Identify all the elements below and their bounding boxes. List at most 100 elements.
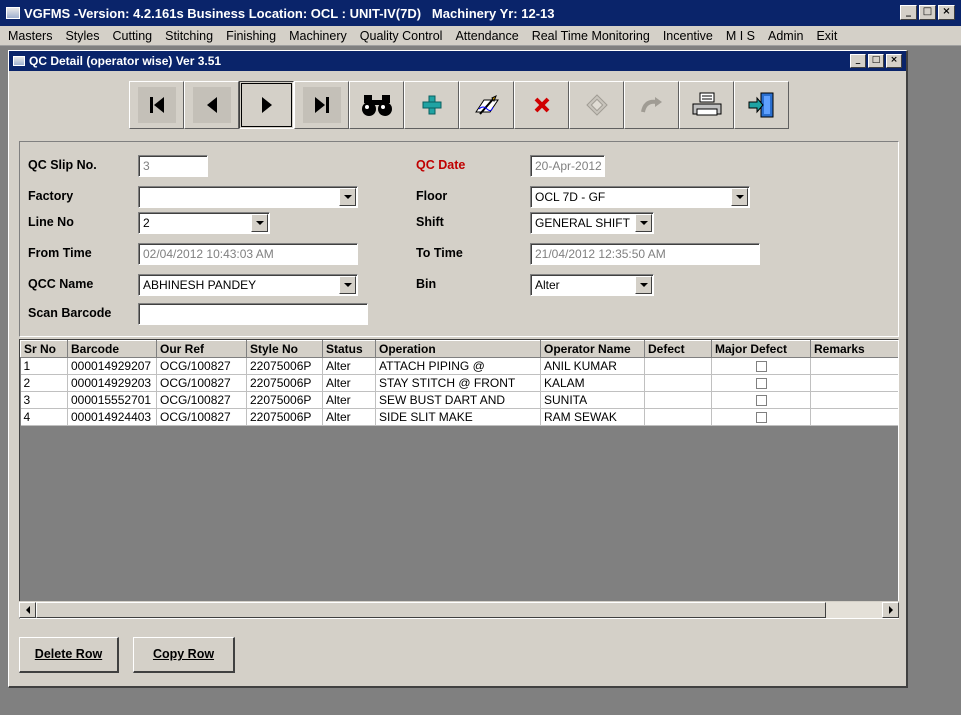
table-row[interactable]: 3 000015552701 OCG/100827 22075006P Alte… xyxy=(20,391,898,409)
cell-sr-no[interactable]: 3 xyxy=(20,391,68,409)
cell-style-no[interactable]: 22075006P xyxy=(246,391,323,409)
delete-row-button[interactable]: Delete Row xyxy=(19,637,119,673)
col-operation[interactable]: Operation xyxy=(375,340,541,358)
cell-operator-name[interactable]: SUNITA xyxy=(540,391,645,409)
cell-defect[interactable] xyxy=(644,374,712,392)
major-defect-checkbox[interactable] xyxy=(755,395,767,407)
close-button[interactable]: × xyxy=(938,5,955,20)
floor-dropdown-icon[interactable] xyxy=(731,188,748,206)
cell-defect[interactable] xyxy=(644,391,712,409)
qc-date-field[interactable]: 20-Apr-2012 xyxy=(530,155,605,177)
scroll-right-icon[interactable] xyxy=(882,602,899,618)
col-remarks[interactable]: Remarks xyxy=(810,340,898,358)
cell-status[interactable]: Alter xyxy=(322,357,376,375)
from-time-field[interactable]: 02/04/2012 10:43:03 AM xyxy=(138,243,358,265)
cell-operation[interactable]: SIDE SLIT MAKE xyxy=(375,408,541,426)
menu-attendance[interactable]: Attendance xyxy=(455,29,518,43)
cell-operation[interactable]: SEW BUST DART AND xyxy=(375,391,541,409)
next-record-button[interactable] xyxy=(239,81,294,129)
cell-operator-name[interactable]: ANIL KUMAR xyxy=(540,357,645,375)
exit-button[interactable] xyxy=(734,81,789,129)
menu-admin[interactable]: Admin xyxy=(768,29,803,43)
cell-operator-name[interactable]: RAM SEWAK xyxy=(540,408,645,426)
cell-remarks[interactable] xyxy=(810,408,898,426)
cell-barcode[interactable]: 000014929207 xyxy=(67,357,157,375)
previous-record-button[interactable] xyxy=(184,81,239,129)
scan-barcode-input[interactable] xyxy=(138,303,368,325)
factory-select[interactable] xyxy=(138,186,358,208)
cell-operation[interactable]: ATTACH PIPING @ xyxy=(375,357,541,375)
qc-slip-field[interactable]: 3 xyxy=(138,155,208,177)
menu-mis[interactable]: M I S xyxy=(726,29,755,43)
menu-quality-control[interactable]: Quality Control xyxy=(360,29,443,43)
col-operator-name[interactable]: Operator Name xyxy=(540,340,645,358)
cell-barcode[interactable]: 000015552701 xyxy=(67,391,157,409)
copy-row-button[interactable]: Copy Row xyxy=(133,637,235,673)
cell-sr-no[interactable]: 1 xyxy=(20,357,68,375)
menu-real-time-monitoring[interactable]: Real Time Monitoring xyxy=(532,29,650,43)
col-our-ref[interactable]: Our Ref xyxy=(156,340,247,358)
table-row[interactable]: 4 000014924403 OCG/100827 22075006P Alte… xyxy=(20,408,898,426)
cell-style-no[interactable]: 22075006P xyxy=(246,374,323,392)
maximize-button[interactable]: □ xyxy=(919,5,936,20)
menu-exit[interactable]: Exit xyxy=(816,29,837,43)
cell-our-ref[interactable]: OCG/100827 xyxy=(156,391,247,409)
table-row[interactable]: 1 000014929207 OCG/100827 22075006P Alte… xyxy=(20,357,898,375)
col-status[interactable]: Status xyxy=(322,340,376,358)
col-style-no[interactable]: Style No xyxy=(246,340,323,358)
cell-sr-no[interactable]: 4 xyxy=(20,408,68,426)
col-sr-no[interactable]: Sr No xyxy=(20,340,68,358)
shift-dropdown-icon[interactable] xyxy=(635,214,652,232)
cell-our-ref[interactable]: OCG/100827 xyxy=(156,357,247,375)
cell-status[interactable]: Alter xyxy=(322,391,376,409)
scroll-left-icon[interactable] xyxy=(19,602,36,618)
menu-machinery[interactable]: Machinery xyxy=(289,29,347,43)
save-button[interactable] xyxy=(569,81,624,129)
undo-button[interactable] xyxy=(624,81,679,129)
scroll-track[interactable] xyxy=(826,602,882,618)
cell-defect[interactable] xyxy=(644,408,712,426)
search-button[interactable] xyxy=(349,81,404,129)
menu-styles[interactable]: Styles xyxy=(65,29,99,43)
factory-dropdown-icon[interactable] xyxy=(339,188,356,206)
window-close-button[interactable]: × xyxy=(886,54,902,68)
bin-select[interactable]: Alter xyxy=(530,274,654,296)
cell-barcode[interactable]: 000014929203 xyxy=(67,374,157,392)
menu-masters[interactable]: Masters xyxy=(8,29,52,43)
floor-select[interactable]: OCL 7D - GF xyxy=(530,186,750,208)
window-minimize-button[interactable]: _ xyxy=(850,54,866,68)
minimize-button[interactable]: _ xyxy=(900,5,917,20)
table-row[interactable]: 2 000014929203 OCG/100827 22075006P Alte… xyxy=(20,374,898,392)
cell-operation[interactable]: STAY STITCH @ FRONT xyxy=(375,374,541,392)
cell-remarks[interactable] xyxy=(810,357,898,375)
col-defect[interactable]: Defect xyxy=(644,340,712,358)
bin-dropdown-icon[interactable] xyxy=(635,276,652,294)
cell-operator-name[interactable]: KALAM xyxy=(540,374,645,392)
cell-style-no[interactable]: 22075006P xyxy=(246,357,323,375)
line-no-select[interactable]: 2 xyxy=(138,212,270,234)
cell-sr-no[interactable]: 2 xyxy=(20,374,68,392)
scroll-thumb[interactable] xyxy=(36,602,826,618)
menu-cutting[interactable]: Cutting xyxy=(113,29,153,43)
first-record-button[interactable] xyxy=(129,81,184,129)
col-major-defect[interactable]: Major Defect xyxy=(711,340,811,358)
cell-defect[interactable] xyxy=(644,357,712,375)
cell-our-ref[interactable]: OCG/100827 xyxy=(156,408,247,426)
menu-finishing[interactable]: Finishing xyxy=(226,29,276,43)
cell-remarks[interactable] xyxy=(810,374,898,392)
to-time-field[interactable]: 21/04/2012 12:35:50 AM xyxy=(530,243,760,265)
edit-button[interactable] xyxy=(459,81,514,129)
shift-select[interactable]: GENERAL SHIFT xyxy=(530,212,654,234)
cell-our-ref[interactable]: OCG/100827 xyxy=(156,374,247,392)
print-button[interactable] xyxy=(679,81,734,129)
menu-incentive[interactable]: Incentive xyxy=(663,29,713,43)
cell-style-no[interactable]: 22075006P xyxy=(246,408,323,426)
cell-status[interactable]: Alter xyxy=(322,408,376,426)
cell-status[interactable]: Alter xyxy=(322,374,376,392)
line-no-dropdown-icon[interactable] xyxy=(251,214,268,232)
qcc-name-select[interactable]: ABHINESH PANDEY xyxy=(138,274,358,296)
qcc-name-dropdown-icon[interactable] xyxy=(339,276,356,294)
cell-remarks[interactable] xyxy=(810,391,898,409)
window-maximize-button[interactable]: □ xyxy=(868,54,884,68)
add-button[interactable] xyxy=(404,81,459,129)
